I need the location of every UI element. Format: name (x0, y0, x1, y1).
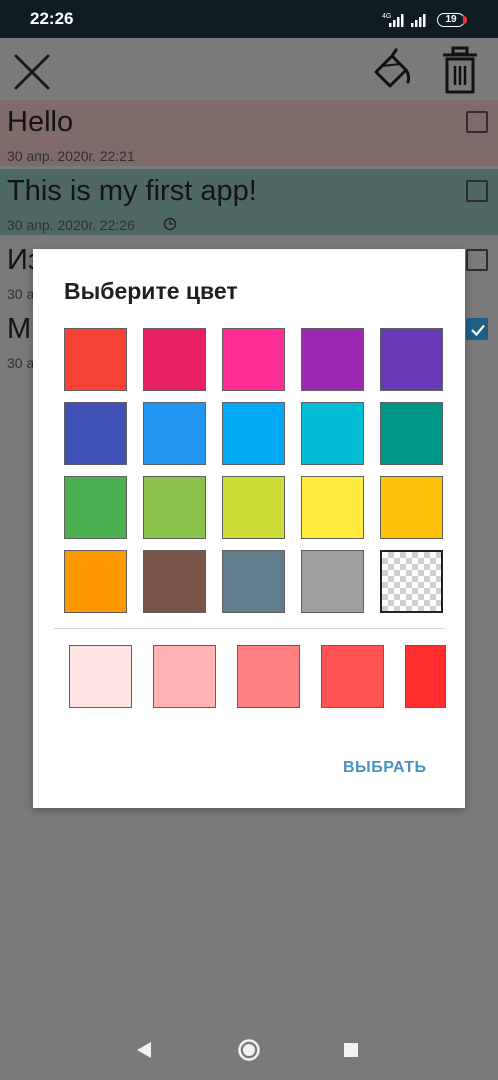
color-swatch[interactable] (380, 476, 443, 539)
home-icon[interactable] (237, 1038, 261, 1062)
note-date: 30 апр. 2020г. 22:26 (7, 217, 135, 233)
list-item[interactable]: Hello 30 апр. 2020г. 22:21 (0, 100, 498, 166)
note-checkbox[interactable] (466, 111, 488, 133)
battery-tip (463, 16, 467, 24)
shade-swatch[interactable] (405, 645, 446, 708)
shade-swatch[interactable] (321, 645, 384, 708)
note-checkbox[interactable] (466, 249, 488, 271)
color-swatch[interactable] (222, 402, 285, 465)
list-item[interactable]: This is my first app! 30 апр. 2020г. 22:… (0, 169, 498, 235)
color-picker-dialog: Выберите цвет ВЫБРАТЬ (33, 249, 465, 808)
choose-button[interactable]: ВЫБРАТЬ (343, 759, 427, 777)
checkmark-icon (471, 324, 485, 337)
color-swatch[interactable] (301, 328, 364, 391)
signal-icon (389, 14, 404, 27)
color-swatch[interactable] (301, 476, 364, 539)
note-date: 30 а (7, 286, 35, 302)
status-bar: 22:26 4G 19 (0, 0, 498, 38)
shade-swatch[interactable] (237, 645, 300, 708)
color-swatch[interactable] (143, 328, 206, 391)
color-swatch[interactable] (143, 402, 206, 465)
note-title: М (7, 313, 32, 345)
transparent-swatch[interactable] (380, 550, 443, 613)
signal-icon (411, 14, 426, 27)
color-swatch[interactable] (301, 550, 364, 613)
color-swatch[interactable] (64, 328, 127, 391)
note-date: 30 апр. 2020г. 22:21 (7, 148, 135, 164)
note-title: This is my first app! (7, 175, 257, 207)
color-swatch[interactable] (143, 476, 206, 539)
back-icon[interactable] (136, 1041, 152, 1059)
battery-icon: 19 (437, 13, 465, 27)
paint-bucket-icon[interactable] (370, 46, 414, 94)
clock-icon (163, 217, 177, 231)
color-swatch[interactable] (64, 550, 127, 613)
close-icon[interactable] (10, 50, 54, 94)
dialog-title: Выберите цвет (64, 278, 238, 304)
color-swatch[interactable] (64, 402, 127, 465)
color-swatch[interactable] (380, 402, 443, 465)
clock: 22:26 (30, 9, 74, 28)
color-swatch[interactable] (222, 328, 285, 391)
note-title: Hello (7, 106, 74, 138)
color-swatch[interactable] (380, 328, 443, 391)
recents-icon[interactable] (344, 1043, 358, 1057)
color-swatch[interactable] (222, 476, 285, 539)
note-checkbox[interactable] (466, 180, 488, 202)
note-date: 30 а (7, 355, 35, 371)
toolbar (0, 38, 498, 100)
color-swatch[interactable] (301, 402, 364, 465)
shade-swatch[interactable] (69, 645, 132, 708)
shade-swatch[interactable] (153, 645, 216, 708)
color-swatch[interactable] (64, 476, 127, 539)
color-swatch[interactable] (222, 550, 285, 613)
note-checkbox[interactable] (466, 318, 488, 340)
trash-icon[interactable] (438, 46, 482, 96)
color-swatch[interactable] (143, 550, 206, 613)
divider (54, 628, 445, 629)
